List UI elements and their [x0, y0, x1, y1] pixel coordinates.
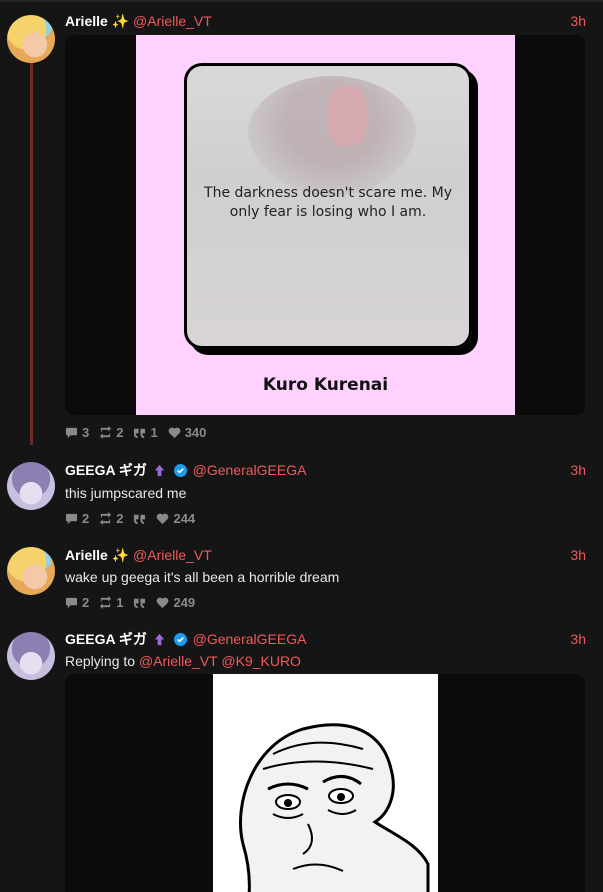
retweet-count: 1: [116, 594, 124, 610]
character-art: The darkness doesn't scare me. My only f…: [184, 63, 472, 349]
quote-button[interactable]: [133, 512, 146, 525]
quote-button[interactable]: 1: [133, 424, 158, 440]
like-button[interactable]: 244: [156, 511, 195, 526]
media-image[interactable]: The darkness doesn't scare me. My only f…: [65, 35, 585, 415]
heart-icon: [168, 427, 181, 438]
reply-button[interactable]: 2: [65, 511, 89, 526]
quote-icon: [134, 514, 146, 524]
top-rank-icon: [154, 633, 164, 646]
like-count: 340: [184, 424, 207, 440]
like-count: 249: [173, 594, 196, 610]
media-image[interactable]: [65, 674, 585, 892]
avatar[interactable]: [7, 15, 55, 63]
heart-icon: [157, 513, 169, 524]
display-name[interactable]: GEEGA ギガ: [65, 462, 147, 478]
quote-icon: [134, 428, 146, 438]
timestamp[interactable]: 3h: [570, 12, 586, 30]
display-name[interactable]: Arielle: [65, 13, 108, 29]
reply-button[interactable]: 3: [65, 425, 89, 440]
wojak-meme-image: [213, 674, 438, 892]
like-count: 244: [173, 510, 196, 526]
timestamp[interactable]: 3h: [570, 630, 586, 648]
retweet-button[interactable]: 2: [99, 511, 123, 526]
quote-text: The darkness doesn't scare me. My only f…: [204, 185, 452, 220]
reply-icon: [65, 597, 78, 608]
reply-count: 2: [82, 510, 90, 526]
reply-mention-1[interactable]: @Arielle_VT: [139, 653, 218, 669]
card-character-name: Kuro Kurenai: [262, 375, 389, 395]
reply-count: 2: [82, 594, 90, 610]
heart-icon: [157, 597, 169, 608]
retweet-count: 2: [116, 510, 124, 526]
tweet-header: GEEGA ギガ @GeneralGEEGA 3h: [65, 461, 586, 479]
user-handle[interactable]: @Arielle_VT: [133, 547, 212, 563]
sparkles-icon: ✨: [111, 13, 130, 29]
avatar[interactable]: [7, 462, 55, 510]
character-highlight: [327, 86, 367, 146]
timestamp[interactable]: 3h: [570, 461, 586, 479]
quote-icon: [134, 598, 146, 608]
user-handle[interactable]: @GeneralGEEGA: [193, 462, 307, 478]
timestamp[interactable]: 3h: [570, 546, 586, 564]
retweet-icon: [100, 425, 112, 439]
display-name[interactable]: Arielle: [65, 547, 108, 563]
quote-card: The darkness doesn't scare me. My only f…: [136, 35, 515, 415]
avatar[interactable]: [7, 547, 55, 595]
tweet-geega-2[interactable]: GEEGA ギガ @GeneralGEEGA 3h Replying to @A…: [0, 617, 603, 892]
avatar[interactable]: [7, 632, 55, 680]
tweet-header: Arielle ✨ @Arielle_VT 3h: [65, 12, 586, 30]
retweet-button[interactable]: 2: [99, 425, 123, 440]
action-bar: 2 2 244: [65, 509, 195, 527]
reply-button[interactable]: 2: [65, 595, 89, 610]
user-handle[interactable]: @GeneralGEEGA: [193, 631, 307, 647]
display-name[interactable]: GEEGA ギガ: [65, 631, 147, 647]
retweet-icon: [100, 511, 112, 525]
tweet-header: GEEGA ギガ @GeneralGEEGA 3h: [65, 630, 586, 648]
replying-prefix: Replying to: [65, 653, 136, 669]
verified-icon: [173, 633, 187, 646]
sparkles-icon: ✨: [111, 547, 130, 563]
user-handle[interactable]: @Arielle_VT: [133, 13, 212, 29]
like-button[interactable]: 249: [156, 595, 195, 610]
reply-count: 3: [82, 424, 90, 440]
top-rank-icon: [154, 464, 164, 477]
tweet-arielle-2[interactable]: Arielle ✨ @Arielle_VT 3h wake up geega i…: [0, 531, 603, 617]
reply-mention-2[interactable]: @K9_KURO: [221, 653, 301, 669]
retweet-button[interactable]: 1: [99, 595, 123, 610]
tweet-text: wake up geega it's all been a horrible d…: [65, 569, 340, 585]
quote-button[interactable]: [133, 596, 146, 609]
thread-line: [30, 62, 33, 445]
quote-count: 1: [150, 424, 158, 440]
retweet-count: 2: [116, 424, 124, 440]
wojak-drawing: [239, 723, 430, 892]
tweet-arielle-1[interactable]: Arielle ✨ @Arielle_VT 3h The darkness do…: [0, 0, 603, 445]
replying-to: Replying to @Arielle_VT @K9_KURO: [65, 652, 301, 670]
verified-icon: [173, 464, 187, 477]
tweet-geega-1[interactable]: GEEGA ギガ @GeneralGEEGA 3h this jumpscare…: [0, 445, 603, 531]
action-bar: 2 1 249: [65, 593, 195, 611]
retweet-icon: [100, 595, 112, 609]
tweet-text: this jumpscared me: [65, 485, 187, 501]
action-bar: 3 2 1 340: [65, 423, 206, 441]
tweet-header: Arielle ✨ @Arielle_VT 3h: [65, 546, 586, 564]
reply-icon: [65, 513, 78, 524]
reply-icon: [65, 427, 78, 438]
like-button[interactable]: 340: [168, 424, 207, 440]
